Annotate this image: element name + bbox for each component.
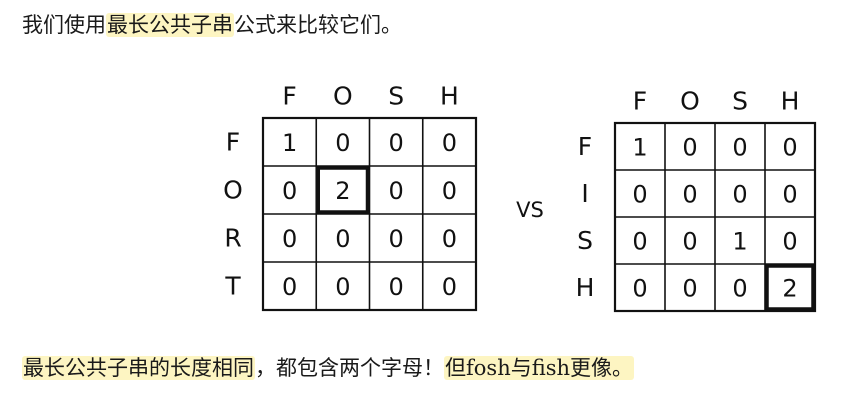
row-header: O [223,176,243,205]
row-header: T [224,272,241,301]
conclusion-highlight-1: 最长公共子串的长度相同 [22,356,255,380]
column-header: F [633,87,647,116]
grid-cell-value: 0 [388,177,403,205]
column-header: H [781,87,800,116]
column-header: H [440,82,459,111]
column-header: O [680,87,700,116]
grid-cell-value: 0 [682,228,697,256]
grid-cell-value: 1 [732,228,747,256]
row-header: F [226,128,240,157]
lcs-grid-1: F O S HFORT1 0 0 00 2 0 00 0 0 00 0 0 0 [223,82,478,312]
row-header: S [577,226,593,255]
grid-cell-value: 0 [782,134,797,162]
grid-cell-value: 0 [442,273,457,301]
column-header: S [732,87,748,116]
row-header: F [578,132,592,161]
conclusion-highlight-2: 但fosh与fish更像。 [444,356,635,380]
grid-cell-value: 0 [335,129,350,157]
column-header: S [388,82,404,111]
grid-cell-value: 0 [682,134,697,162]
grid-cell-value: 0 [632,181,647,209]
grid-cell-value: 1 [632,134,647,162]
grid-cell-value: 0 [442,177,457,205]
grid-cell-value: 0 [282,273,297,301]
column-header: F [282,82,296,111]
conclusion-sentence: 最长公共子串的长度相同，都包含两个字母！但fosh与fish更像。 [22,353,635,383]
grid-cell-value: 0 [782,228,797,256]
grid-cell-value: 0 [732,134,747,162]
grid-cell-value: 0 [282,225,297,253]
grid-cell-value: 0 [442,129,457,157]
grid-cell-value: 0 [388,129,403,157]
grid-cell-value: 0 [782,181,797,209]
grid-cell-value: 0 [632,275,647,303]
grid-cell-value: 0 [682,275,697,303]
conclusion-middle: ，都包含两个字母！ [255,356,444,380]
row-header: I [581,179,588,208]
row-header: R [224,224,241,253]
grid-cell-value: 2 [782,275,797,303]
vs-label: VS [516,198,544,222]
grid-cell-value: 0 [388,273,403,301]
grid-cell-value: 0 [442,225,457,253]
grid-cell-value: 0 [335,225,350,253]
grid-cell-value: 0 [632,228,647,256]
grid-cell-value: 1 [282,129,297,157]
grid-cell-value: 0 [335,273,350,301]
row-header: H [576,273,595,302]
lcs-comparison-figure: F O S HFORT1 0 0 00 2 0 00 0 0 00 0 0 0F O S HFISH1 0 0 00 0 0 0… [223,82,817,313]
grid-cell-value: 0 [732,181,747,209]
grid-cell-value: 0 [732,275,747,303]
grid-cell-value: 0 [282,177,297,205]
lcs-grid-2: F O S HFISH1 0 0 00 0 0 00 0 1 00 0 0 2 [576,87,817,313]
column-header: O [333,82,353,111]
grid-cell-value: 2 [335,177,350,205]
grid-cell-value: 0 [388,225,403,253]
grid-cell-value: 0 [682,181,697,209]
